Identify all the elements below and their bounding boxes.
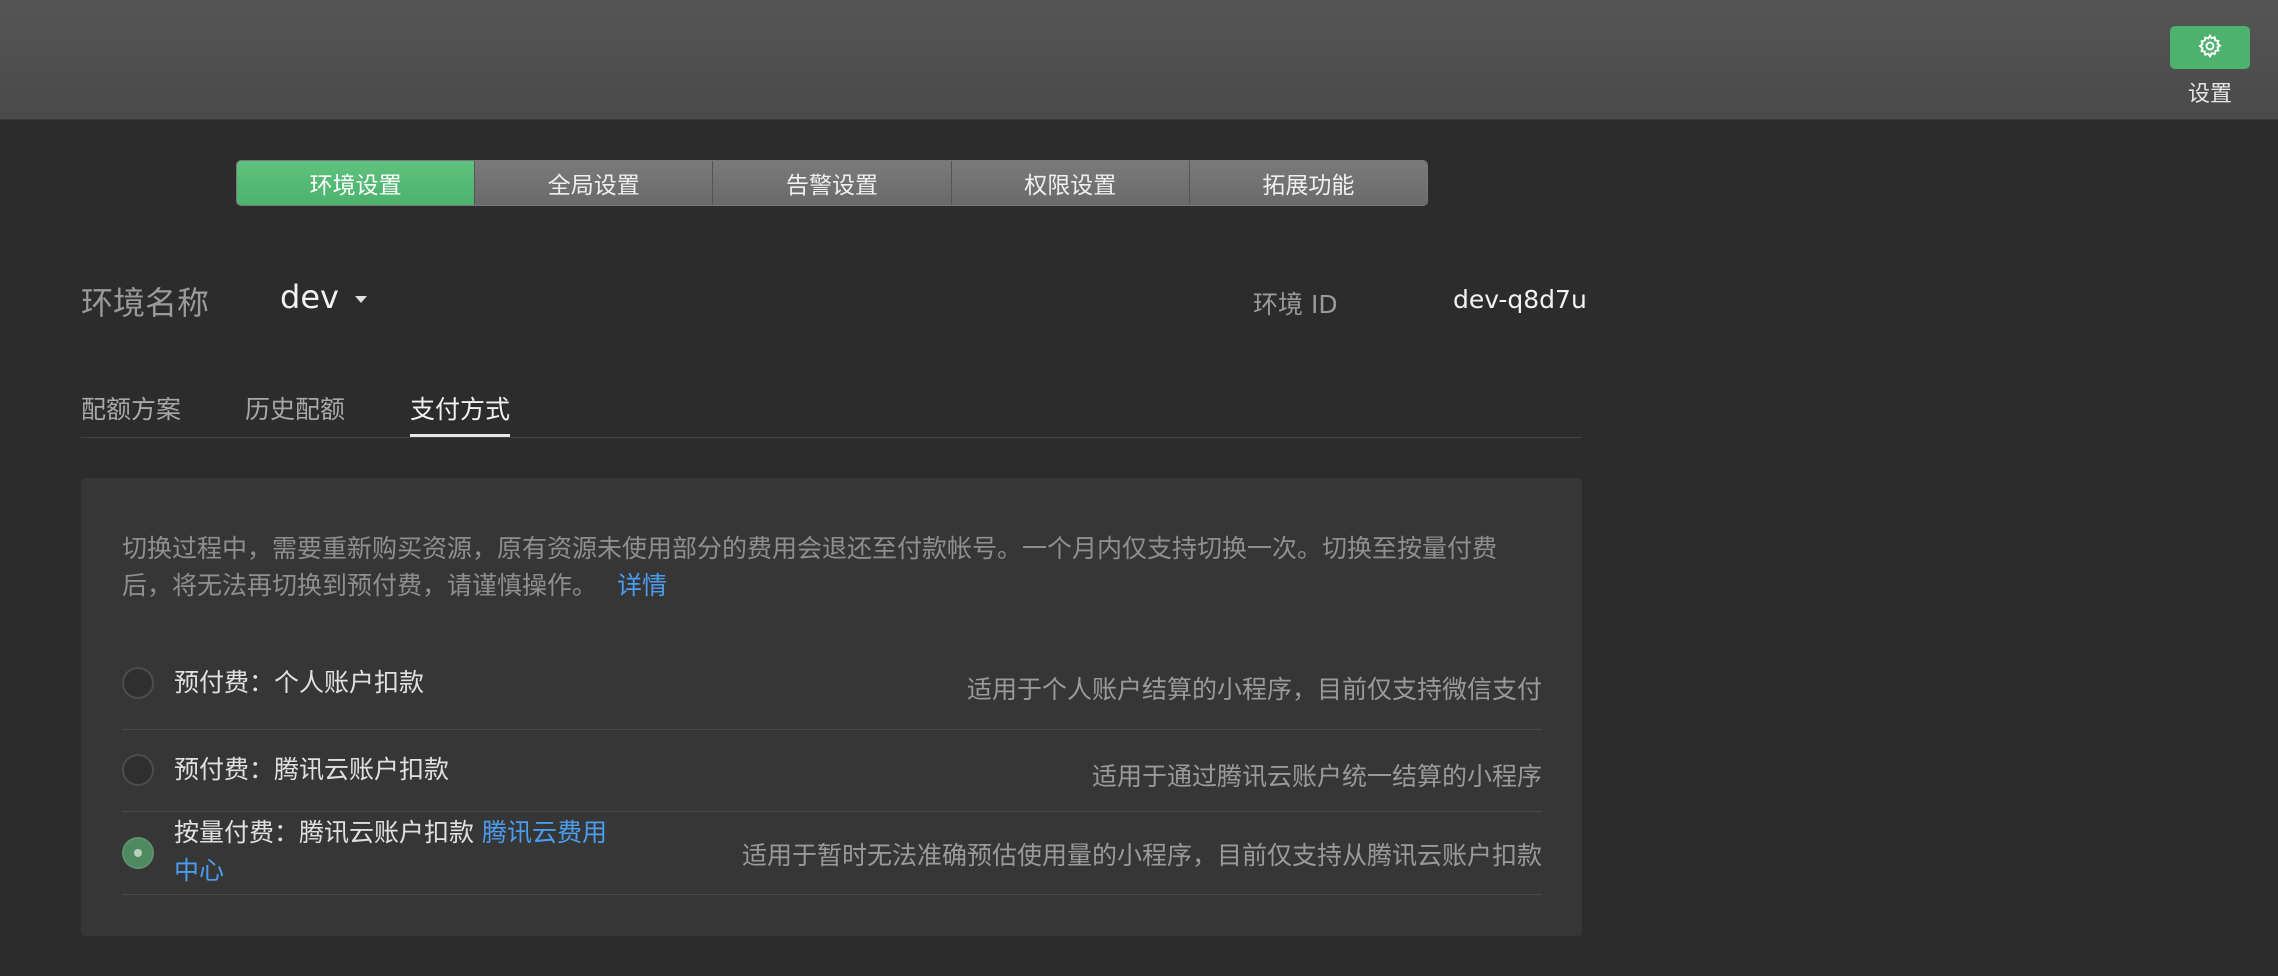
main-tab-bar: 环境设置 全局设置 告警设置 权限设置 拓展功能 bbox=[236, 160, 1428, 206]
radio-pay-as-you-go[interactable] bbox=[122, 837, 154, 869]
details-link[interactable]: 详情 bbox=[617, 571, 667, 600]
settings-button[interactable] bbox=[2170, 26, 2250, 69]
caret-down-icon bbox=[354, 295, 367, 303]
payment-panel: 切换过程中，需要重新购买资源，原有资源未使用部分的费用会退还至付款帐号。一个月内… bbox=[81, 478, 1582, 936]
option-title: 预付费：腾讯云账户扣款 bbox=[174, 755, 450, 784]
payment-option-pay-as-you-go[interactable]: 按量付费：腾讯云账户扣款 腾讯云费用中心 适用于暂时无法准确预估使用量的小程序，… bbox=[122, 812, 1542, 895]
option-title: 按量付费：腾讯云账户扣款 腾讯云费用中心 bbox=[174, 814, 624, 890]
tab-permission-settings[interactable]: 权限设置 bbox=[950, 161, 1189, 205]
environment-id-value: dev-q8d7u bbox=[1453, 285, 1587, 314]
option-title-text: 按量付费：腾讯云账户扣款 bbox=[174, 818, 482, 847]
payment-option-prepaid-tencent[interactable]: 预付费：腾讯云账户扣款 适用于通过腾讯云账户统一结算的小程序 bbox=[122, 730, 1542, 812]
subtab-quota-plan[interactable]: 配额方案 bbox=[81, 390, 181, 434]
tab-global-settings[interactable]: 全局设置 bbox=[474, 161, 713, 205]
radio-prepaid-tencent[interactable] bbox=[122, 754, 154, 786]
tab-extensions[interactable]: 拓展功能 bbox=[1188, 161, 1427, 205]
payment-notice: 切换过程中，需要重新购买资源，原有资源未使用部分的费用会退还至付款帐号。一个月内… bbox=[122, 530, 1542, 604]
subtab-quota-history[interactable]: 历史配额 bbox=[245, 390, 345, 434]
settings-label: 设置 bbox=[2187, 82, 2232, 107]
option-description: 适用于个人账户结算的小程序，目前仅支持微信支付 bbox=[966, 675, 1542, 704]
option-title: 预付费：个人账户扣款 bbox=[174, 668, 425, 697]
environment-name-label: 环境名称 bbox=[81, 284, 210, 322]
tab-environment-settings[interactable]: 环境设置 bbox=[237, 161, 475, 205]
gear-icon bbox=[2197, 33, 2223, 63]
payment-option-prepaid-personal[interactable]: 预付费：个人账户扣款 适用于个人账户结算的小程序，目前仅支持微信支付 bbox=[122, 655, 1542, 730]
subtab-payment-method[interactable]: 支付方式 bbox=[410, 390, 511, 437]
sub-tab-bar: 配额方案 历史配额 支付方式 bbox=[81, 390, 1582, 438]
environment-id-label: 环境 ID bbox=[1253, 290, 1338, 319]
radio-prepaid-personal[interactable] bbox=[122, 667, 154, 699]
option-description: 适用于暂时无法准确预估使用量的小程序，目前仅支持从腾讯云账户扣款 bbox=[741, 841, 1542, 870]
option-description: 适用于通过腾讯云账户统一结算的小程序 bbox=[1091, 762, 1542, 791]
top-toolbar bbox=[0, 0, 2278, 120]
environment-select[interactable]: dev bbox=[280, 278, 367, 316]
tab-alert-settings[interactable]: 告警设置 bbox=[712, 161, 951, 205]
notice-text: 切换过程中，需要重新购买资源，原有资源未使用部分的费用会退还至付款帐号。一个月内… bbox=[122, 534, 1498, 600]
environment-name-value: dev bbox=[280, 278, 339, 316]
